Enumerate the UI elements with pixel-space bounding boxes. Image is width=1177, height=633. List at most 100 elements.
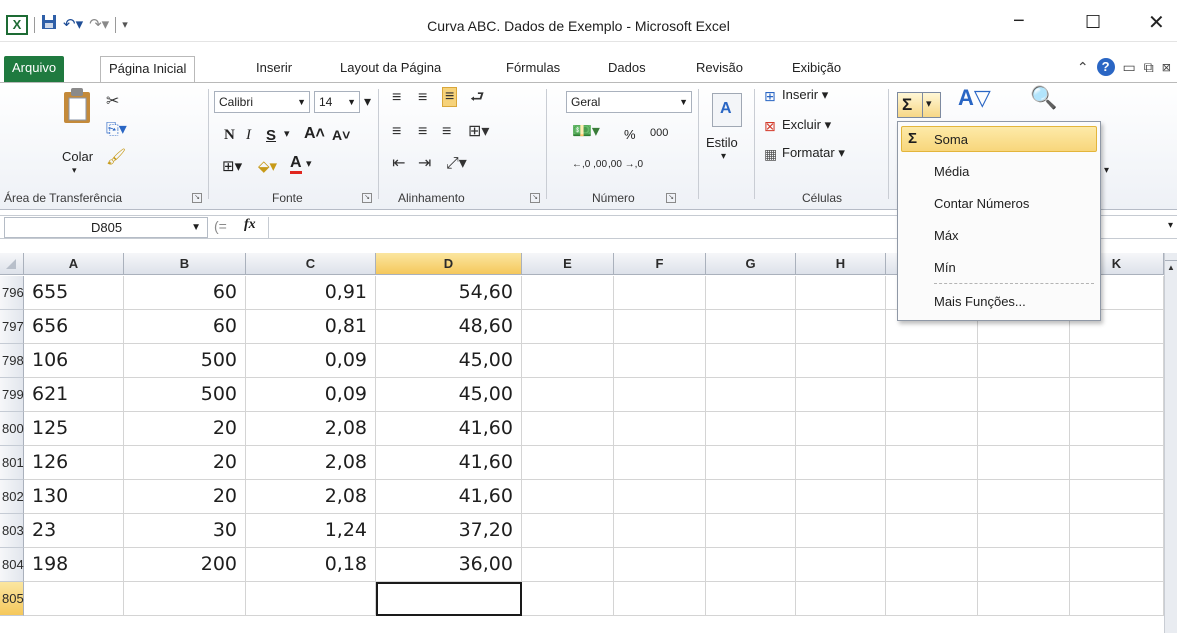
row-header[interactable]: 805 [0,582,24,616]
cell-i[interactable] [886,412,978,446]
menu-item-min[interactable]: Mín [934,260,956,275]
row-header[interactable]: 801 [0,446,24,480]
tab-arquivo[interactable]: Arquivo [4,56,65,82]
cell-h[interactable] [796,344,886,378]
row-header[interactable]: 802 [0,480,24,514]
cell-f[interactable] [614,514,706,548]
cell-j[interactable] [978,582,1070,616]
expand-formula-bar-icon[interactable]: ▾ [1168,220,1173,231]
cell-h[interactable] [796,480,886,514]
cell-f[interactable] [614,480,706,514]
cell-h[interactable] [796,310,886,344]
thousands-button[interactable]: 000 [650,127,668,139]
cell-e[interactable] [522,446,614,480]
paste-button[interactable]: Colar [62,149,93,164]
menu-item-mais-funcoes[interactable]: Mais Funções... [934,294,1026,309]
window-restore-icon[interactable]: ⧉ [1144,59,1154,76]
delete-cells-button[interactable]: Excluir ▾ [782,117,831,133]
align-right-icon[interactable]: ≡ [442,123,451,141]
help-icon[interactable]: ? [1096,58,1115,76]
cell-g[interactable] [706,276,796,310]
row-header[interactable]: 797 [0,310,24,344]
cell-b[interactable]: 60 [124,310,246,344]
increase-indent-icon[interactable]: ⇥ [418,155,431,173]
maximize-button[interactable]: ☐ [1085,12,1101,33]
paste-dropdown-icon[interactable]: ▾ [72,165,77,176]
cell-h[interactable] [796,378,886,412]
cell-a[interactable]: 655 [24,276,124,310]
cell-h[interactable] [796,412,886,446]
cell-a[interactable]: 23 [24,514,124,548]
minimize-ribbon-icon[interactable]: ⌃ [1077,59,1089,76]
find-select-icon[interactable]: 🔍 [1030,87,1057,109]
cell-b[interactable]: 60 [124,276,246,310]
column-header-c[interactable]: C [246,253,376,275]
cell-e[interactable] [522,548,614,582]
cell-c[interactable]: 2,08 [246,412,376,446]
cell-j[interactable] [978,412,1070,446]
column-header-b[interactable]: B [124,253,246,275]
cell-g[interactable] [706,582,796,616]
cell-k[interactable] [1070,378,1164,412]
cell-i[interactable] [886,548,978,582]
tab-formulas[interactable]: Fórmulas [498,56,568,82]
cell-f[interactable] [614,412,706,446]
cell-g[interactable] [706,548,796,582]
cell-j[interactable] [978,514,1070,548]
font-color-dropdown-icon[interactable]: ▾ [306,157,312,170]
styles-dropdown-icon[interactable]: ▾ [721,151,726,162]
row-header[interactable]: 798 [0,344,24,378]
cell-e[interactable] [522,582,614,616]
cell-d[interactable]: 41,60 [376,480,522,514]
cell-c[interactable]: 0,09 [246,378,376,412]
row-header[interactable]: 804 [0,548,24,582]
cell-g[interactable] [706,480,796,514]
insert-function-icon[interactable]: fx [244,217,256,233]
cell-b[interactable]: 500 [124,344,246,378]
row-header[interactable]: 800 [0,412,24,446]
cell-b[interactable]: 20 [124,480,246,514]
insert-cells-button[interactable]: Inserir ▾ [782,87,828,103]
cell-i[interactable] [886,480,978,514]
decrease-indent-icon[interactable]: ⇤ [392,155,405,173]
tab-layout-da-pagina[interactable]: Layout da Página [332,56,449,82]
cell-d[interactable]: 48,60 [376,310,522,344]
cell-k[interactable] [1070,514,1164,548]
row-header[interactable]: 796 [0,276,24,310]
cell-j[interactable] [978,548,1070,582]
cell-c[interactable]: 0,91 [246,276,376,310]
column-header-d[interactable]: D [376,253,522,275]
align-middle-icon[interactable]: ≡ [418,89,427,107]
tab-dados[interactable]: Dados [600,56,654,82]
cell-d[interactable]: 41,60 [376,446,522,480]
cell-g[interactable] [706,514,796,548]
cell-k[interactable] [1070,582,1164,616]
cell-c[interactable]: 0,09 [246,344,376,378]
format-painter-icon[interactable]: 🖌 [106,149,126,167]
menu-item-max[interactable]: Máx [934,228,959,243]
delete-cells-icon[interactable]: ⊠ [764,117,776,135]
cell-c[interactable]: 1,24 [246,514,376,548]
underline-button[interactable]: S [266,127,276,144]
cell-b[interactable]: 20 [124,412,246,446]
window-minimize-icon[interactable]: ▭ [1123,59,1136,76]
cell-i[interactable] [886,446,978,480]
cell-e[interactable] [522,310,614,344]
autosum-button[interactable]: Σ ▾ [897,92,941,118]
cell-a[interactable]: 106 [24,344,124,378]
cell-g[interactable] [706,344,796,378]
cell-j[interactable] [978,446,1070,480]
column-header-e[interactable]: E [522,253,614,275]
percent-button[interactable]: % [624,127,636,142]
window-close-icon[interactable]: ⊠ [1162,61,1171,74]
tab-revisao[interactable]: Revisão [688,56,751,82]
cell-h[interactable] [796,446,886,480]
column-header-h[interactable]: H [796,253,886,275]
cell-f[interactable] [614,548,706,582]
font-color-icon[interactable]: A [290,155,302,174]
cell-i[interactable] [886,514,978,548]
decrease-decimal-button[interactable]: ,00 →,0 [608,159,643,170]
increase-font-size-icon[interactable]: A˄ [304,125,325,143]
format-cells-button[interactable]: Formatar ▾ [782,145,845,161]
scroll-up-icon[interactable]: ▲ [1165,261,1177,275]
